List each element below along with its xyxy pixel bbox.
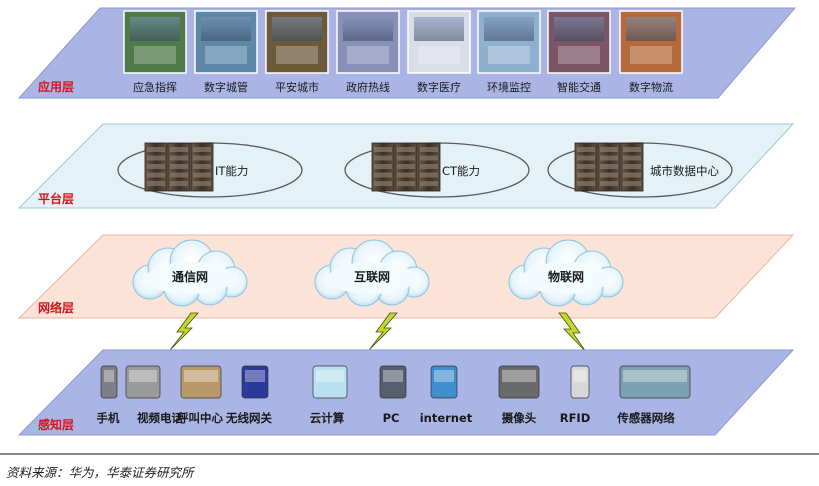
app-item-label: 数字医疗 xyxy=(417,80,461,94)
sensing-item-label: 云计算 xyxy=(310,411,345,425)
network-items: 通信网 互联网 物联网 xyxy=(132,239,624,307)
sensing-item-label: 摄像头 xyxy=(502,411,537,425)
network-item-label: 互联网 xyxy=(354,270,390,284)
network-layer-label: 网络层 xyxy=(38,300,74,315)
photo-detail xyxy=(558,46,600,64)
photo-detail xyxy=(134,46,176,64)
source-note: 资料来源：华为，华泰证券研究所 xyxy=(6,465,194,480)
lightning-bolt-icon xyxy=(558,312,587,353)
platform-item-label: IT能力 xyxy=(215,164,248,178)
sensing-item-3: 呼叫中心 xyxy=(177,365,223,425)
application-layer-label: 应用层 xyxy=(38,79,74,94)
network-item-label: 通信网 xyxy=(172,269,208,284)
app-item-label: 数字物流 xyxy=(629,80,673,94)
pc-icon xyxy=(379,365,407,399)
photo-detail xyxy=(347,46,389,64)
app-item-4: 政府热线 xyxy=(336,10,400,94)
platform-item-label: CT能力 xyxy=(442,164,480,178)
camera-icon xyxy=(498,365,540,399)
sensing-layer-label: 感知层 xyxy=(38,417,74,432)
video-phone-icon xyxy=(125,365,161,399)
server-rack-icon xyxy=(371,142,441,192)
lightning-bolt-icon xyxy=(169,312,199,351)
cloud-computing-icon xyxy=(312,365,348,399)
platform-item-label: 城市数据中心 xyxy=(650,164,719,178)
platform-item-3: 城市数据中心 xyxy=(547,142,733,198)
app-item-8: 数字物流 xyxy=(619,10,683,94)
sensing-item-label: RFID xyxy=(560,411,591,425)
lightning-links xyxy=(169,312,587,353)
app-item-2: 数字城管 xyxy=(194,10,258,94)
photo-detail xyxy=(630,46,672,64)
platform-layer-label: 平台层 xyxy=(38,191,74,206)
app-item-label: 政府热线 xyxy=(346,80,390,94)
mobile-phone-icon xyxy=(100,365,118,399)
photo-detail xyxy=(626,17,676,41)
photo-detail xyxy=(488,46,530,64)
app-item-label: 数字城管 xyxy=(204,80,248,94)
network-item-label: 物联网 xyxy=(548,269,584,284)
photo-detail xyxy=(276,46,318,64)
sensing-item-8: 摄像头 xyxy=(498,365,540,425)
photo-detail xyxy=(418,46,460,64)
call-center-icon xyxy=(180,365,222,399)
app-item-7: 智能交通 xyxy=(547,10,611,94)
sensing-item-label: 传感器网络 xyxy=(616,411,675,425)
photo-detail xyxy=(201,17,251,41)
lightning-bolt-icon xyxy=(368,312,398,351)
platform-items: IT能力 CT能力 城市数据中心 xyxy=(117,142,733,198)
sensing-item-label: 无线网关 xyxy=(225,411,272,425)
internet-icon xyxy=(430,365,458,399)
wireless-gateway-icon xyxy=(241,365,269,399)
photo-detail xyxy=(343,17,393,41)
sensing-item-label: 呼叫中心 xyxy=(177,411,223,425)
app-item-label: 智能交通 xyxy=(557,80,601,94)
photo-detail xyxy=(414,17,464,41)
server-rack-icon xyxy=(574,142,644,192)
rfid-icon xyxy=(570,365,590,399)
app-item-label: 应急指挥 xyxy=(133,80,177,94)
sensing-item-label: PC xyxy=(383,411,400,425)
app-item-1: 应急指挥 xyxy=(123,10,187,94)
sensor-network-icon xyxy=(619,365,691,399)
sensing-item-label: 手机 xyxy=(97,411,120,425)
photo-detail xyxy=(272,17,322,41)
server-rack-icon xyxy=(144,142,214,192)
photo-detail xyxy=(554,17,604,41)
sensing-item-label: internet xyxy=(420,411,473,425)
app-item-6: 环境监控 xyxy=(477,10,541,94)
sensing-item-5: 云计算 xyxy=(310,365,348,425)
photo-detail xyxy=(205,46,247,64)
app-item-5: 数字医疗 xyxy=(407,10,471,94)
photo-detail xyxy=(130,17,180,41)
app-item-label: 环境监控 xyxy=(487,80,531,94)
app-item-label: 平安城市 xyxy=(275,80,319,94)
app-item-3: 平安城市 xyxy=(265,10,329,94)
photo-detail xyxy=(484,17,534,41)
